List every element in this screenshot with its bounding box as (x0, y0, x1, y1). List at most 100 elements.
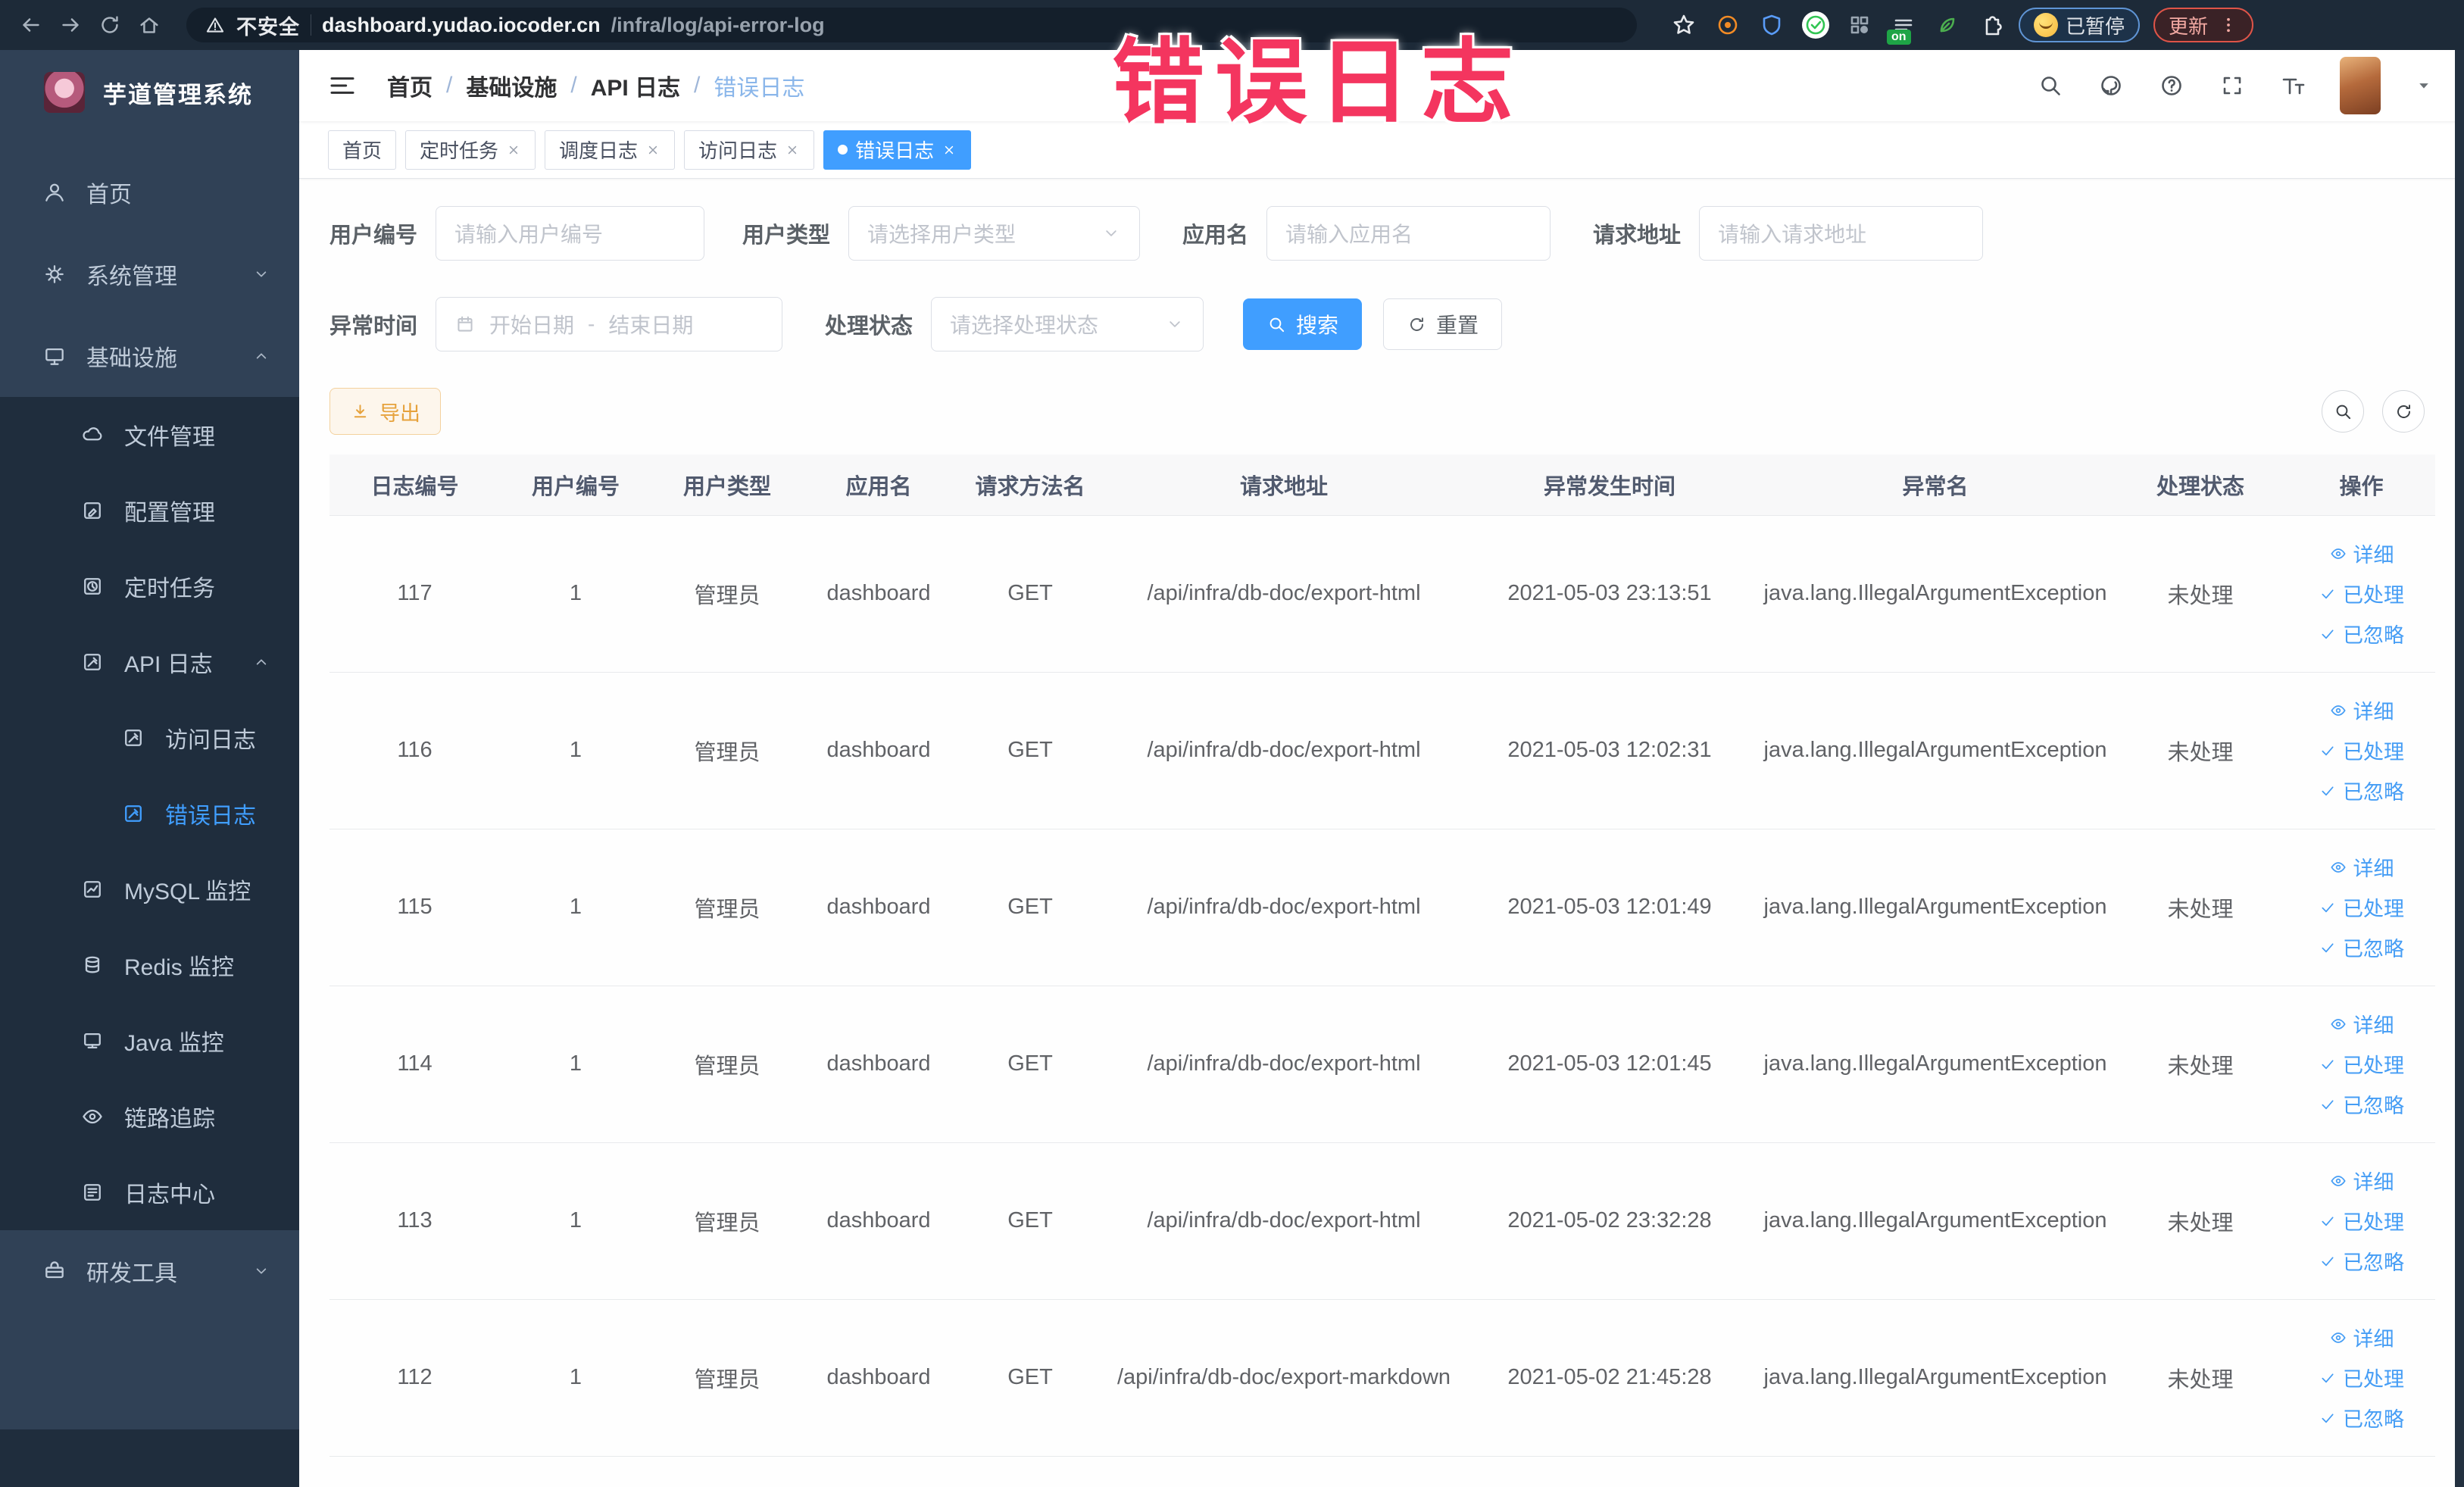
reload-icon[interactable] (97, 12, 123, 38)
check-extension-icon[interactable] (1802, 11, 1829, 39)
action-label: 详细 (2353, 1014, 2394, 1037)
breadcrumb-item[interactable]: 首页 (387, 69, 433, 102)
sidebar-item-database[interactable]: Redis 监控 (0, 927, 299, 1003)
action-detail[interactable]: 详细 (2329, 852, 2394, 882)
tag-view-5[interactable]: 错误日志 (823, 130, 972, 170)
forward-icon[interactable] (58, 12, 83, 38)
action-processed[interactable]: 已处理 (2319, 1206, 2404, 1236)
target-extension-icon[interactable] (1714, 11, 1741, 39)
cell-user-type: 管理员 (651, 1142, 803, 1300)
sidebar-item-chart[interactable]: MySQL 监控 (0, 851, 299, 927)
sidebar-item-log[interactable]: API 日志 (0, 624, 299, 700)
bookmark-star-icon[interactable] (1670, 11, 1697, 39)
leaf-extension-icon[interactable] (1934, 11, 1961, 39)
table-column-header[interactable]: 应用名 (803, 455, 954, 516)
close-icon[interactable] (785, 142, 800, 158)
action-processed[interactable]: 已处理 (2319, 892, 2404, 922)
action-ignored[interactable]: 已忽略 (2319, 776, 2404, 805)
table-column-header[interactable]: 用户编号 (500, 455, 651, 516)
refresh-table-button[interactable] (2382, 390, 2425, 433)
adblock-extension-icon[interactable]: on (1887, 11, 1917, 45)
github-icon[interactable] (2097, 72, 2125, 99)
sidebar-item-trace-eye[interactable]: 链路追踪 (0, 1079, 299, 1154)
action-processed[interactable]: 已处理 (2319, 1049, 2404, 1079)
scrollbar[interactable] (2455, 50, 2464, 1487)
tag-view-3[interactable]: 调度日志 (545, 130, 676, 170)
toggle-search-button[interactable] (2322, 390, 2364, 433)
action-detail[interactable]: 详细 (2329, 539, 2394, 568)
paused-extension-pill[interactable]: 已暂停 (2019, 8, 2141, 42)
sidebar-item-access-log[interactable]: 访问日志 (0, 700, 299, 776)
browser-home-icon[interactable] (136, 12, 162, 38)
fullscreen-icon[interactable] (2219, 72, 2246, 99)
app-name-input[interactable]: 请输入应用名 (1266, 206, 1551, 261)
reset-button[interactable]: 重置 (1383, 298, 1503, 350)
request-url-input[interactable]: 请输入请求地址 (1699, 206, 1984, 261)
action-detail[interactable]: 详细 (2329, 1166, 2394, 1195)
sidebar-item-java-monitor[interactable]: Java 监控 (0, 1003, 299, 1079)
tag-label: 定时任务 (420, 139, 499, 162)
logo-row[interactable]: 芋道管理系统 (0, 50, 299, 135)
row-actions: 详细 已处理 已忽略 (2288, 1166, 2435, 1276)
table-column-header[interactable]: 操作 (2288, 455, 2435, 516)
sidebar-item-home-menu[interactable]: 首页 (0, 152, 299, 233)
security-label[interactable]: 不安全 (236, 11, 300, 40)
puzzle-extensions-icon[interactable] (1978, 11, 2005, 39)
search-button[interactable]: 搜索 (1243, 298, 1363, 350)
sidebar-item-cloud[interactable]: 文件管理 (0, 397, 299, 473)
export-button[interactable]: 导出 (329, 388, 441, 435)
sidebar-item-log-center[interactable]: 日志中心 (0, 1154, 299, 1230)
chevron-down-icon[interactable] (2414, 76, 2434, 95)
sidebar-item-clock[interactable]: 定时任务 (0, 548, 299, 624)
update-browser-pill[interactable]: 更新 (2153, 8, 2254, 42)
end-date-placeholder[interactable]: 结束日期 (608, 309, 693, 339)
sidebar-item-gear[interactable]: 系统管理 (0, 233, 299, 315)
avatar[interactable] (2340, 57, 2381, 114)
table-column-header[interactable]: 用户类型 (651, 455, 803, 516)
action-processed[interactable]: 已处理 (2319, 736, 2404, 765)
help-icon[interactable] (2158, 72, 2185, 99)
sidebar-item-error-log[interactable]: 错误日志 (0, 776, 299, 851)
table-column-header[interactable]: 处理状态 (2113, 455, 2288, 516)
sidebar-item-edit[interactable]: 配置管理 (0, 473, 299, 548)
browser-menu-kebab-icon[interactable] (2219, 12, 2238, 38)
process-status-select[interactable]: 请选择处理状态 (931, 297, 1204, 351)
back-icon[interactable] (18, 12, 44, 38)
search-icon[interactable] (2037, 72, 2064, 99)
tag-view-1[interactable]: 首页 (328, 130, 397, 170)
user-type-select[interactable]: 请选择用户类型 (848, 206, 1141, 261)
action-processed[interactable]: 已处理 (2319, 1363, 2404, 1392)
close-icon[interactable] (942, 142, 957, 158)
action-detail[interactable]: 详细 (2329, 1009, 2394, 1039)
close-icon[interactable] (506, 142, 521, 158)
action-ignored[interactable]: 已忽略 (2319, 1246, 2404, 1276)
start-date-placeholder[interactable]: 开始日期 (489, 309, 574, 339)
font-size-icon[interactable] (2279, 72, 2306, 99)
shield-extension-icon[interactable] (1758, 11, 1785, 39)
action-ignored[interactable]: 已忽略 (2319, 619, 2404, 648)
action-detail[interactable]: 详细 (2329, 1323, 2394, 1352)
exception-time-range-picker[interactable]: 开始日期 - 结束日期 (436, 297, 783, 351)
action-label: 已忽略 (2343, 781, 2404, 804)
tag-view-2[interactable]: 定时任务 (405, 130, 536, 170)
grid-extension-icon[interactable] (1846, 11, 1873, 39)
action-ignored[interactable]: 已忽略 (2319, 1403, 2404, 1432)
table-column-header[interactable]: 请求地址 (1106, 455, 1462, 516)
action-processed[interactable]: 已处理 (2319, 579, 2404, 608)
close-icon[interactable] (645, 142, 661, 158)
table-column-header[interactable]: 请求方法名 (954, 455, 1106, 516)
hamburger-icon[interactable] (326, 70, 358, 102)
breadcrumb-item[interactable]: 错误日志 (714, 69, 804, 102)
table-column-header[interactable]: 异常发生时间 (1462, 455, 1757, 516)
action-ignored[interactable]: 已忽略 (2319, 1089, 2404, 1119)
table-column-header[interactable]: 日志编号 (329, 455, 500, 516)
breadcrumb-item[interactable]: API 日志 (591, 69, 680, 102)
action-ignored[interactable]: 已忽略 (2319, 932, 2404, 962)
tag-view-4[interactable]: 访问日志 (684, 130, 815, 170)
sidebar-item-monitor[interactable]: 基础设施 (0, 315, 299, 397)
sidebar-item-toolbox[interactable]: 研发工具 (0, 1230, 299, 1312)
breadcrumb-item[interactable]: 基础设施 (466, 69, 557, 102)
table-column-header[interactable]: 异常名 (1757, 455, 2113, 516)
user-id-input[interactable]: 请输入用户编号 (436, 206, 705, 261)
action-detail[interactable]: 详细 (2329, 695, 2394, 725)
